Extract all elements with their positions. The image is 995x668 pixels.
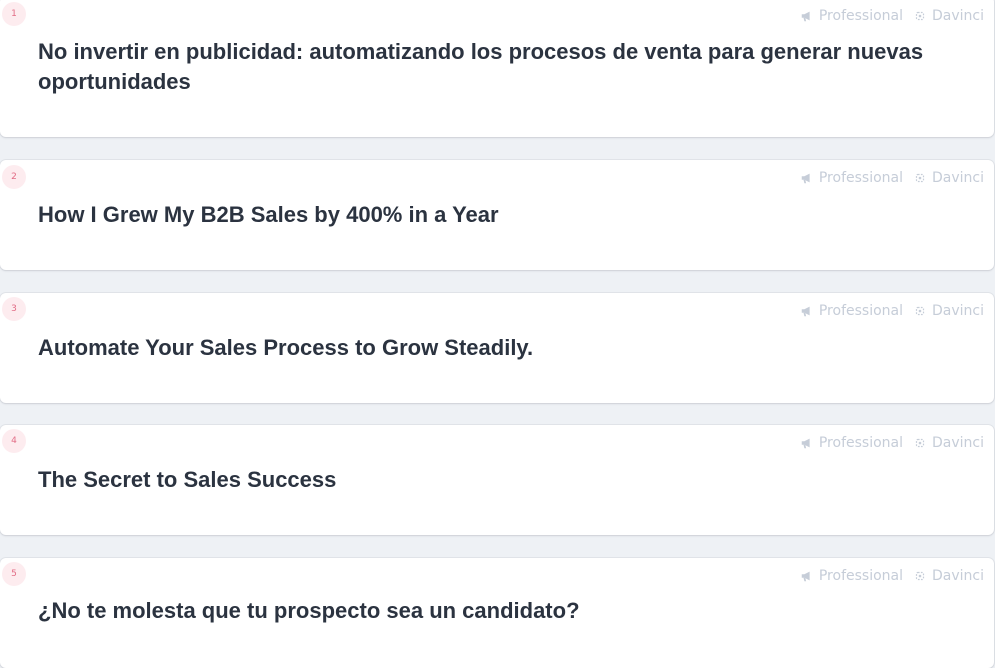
tone-label: Professional [818, 303, 903, 319]
result-card[interactable]: 2 Professional Davinci How I Grew My B2B… [0, 160, 994, 270]
megaphone-icon [801, 571, 810, 582]
card-meta: Professional Davinci [800, 568, 984, 584]
model-tag: Davinci [913, 435, 984, 451]
model-tag: Davinci [913, 568, 984, 584]
tone-tag: Professional [800, 8, 903, 24]
model-label: Davinci [932, 170, 984, 186]
tone-label: Professional [818, 568, 903, 584]
tone-label: Professional [818, 435, 903, 451]
item-number-badge: 4 [2, 429, 26, 453]
item-number-badge: 5 [2, 562, 26, 586]
tone-tag: Professional [800, 435, 903, 451]
result-card[interactable]: 4 Professional Davinci The Secret to Sal… [0, 425, 994, 535]
card-meta: Professional Davinci [800, 303, 984, 319]
megaphone-icon [801, 11, 810, 22]
tone-tag: Professional [800, 170, 903, 186]
megaphone-icon [801, 438, 810, 449]
tone-label: Professional [818, 170, 903, 186]
result-title: No invertir en publicidad: automatizando… [38, 39, 924, 94]
ai-chip-icon [915, 571, 925, 581]
tone-tag: Professional [800, 303, 903, 319]
card-meta: Professional Davinci [800, 170, 984, 186]
ai-chip-icon [915, 11, 925, 21]
ai-chip-icon [915, 173, 925, 183]
result-card[interactable]: 5 Professional Davinci ¿No te molesta qu… [0, 558, 994, 668]
result-title: The Secret to Sales Success [38, 467, 337, 492]
model-label: Davinci [932, 568, 984, 584]
model-tag: Davinci [913, 8, 984, 24]
item-number-badge: 3 [2, 297, 26, 321]
item-number-badge: 2 [2, 165, 26, 189]
result-card[interactable]: 3 Professional Davinci Automate Your Sal… [0, 293, 994, 403]
ai-chip-icon [915, 438, 925, 448]
megaphone-icon [801, 306, 810, 317]
model-tag: Davinci [913, 303, 984, 319]
ai-chip-icon [915, 306, 925, 316]
model-label: Davinci [932, 435, 984, 451]
model-label: Davinci [932, 8, 984, 24]
result-title: ¿No te molesta que tu prospecto sea un c… [38, 598, 580, 623]
tone-tag: Professional [800, 568, 903, 584]
card-meta: Professional Davinci [800, 8, 984, 24]
result-title: How I Grew My B2B Sales by 400% in a Yea… [38, 202, 499, 227]
result-title: Automate Your Sales Process to Grow Stea… [38, 335, 534, 360]
tone-label: Professional [818, 8, 903, 24]
model-label: Davinci [932, 303, 984, 319]
model-tag: Davinci [913, 170, 984, 186]
megaphone-icon [801, 173, 810, 184]
result-card[interactable]: 1 Professional Davinci No invertir en pu… [0, 0, 994, 137]
card-meta: Professional Davinci [800, 435, 984, 451]
item-number-badge: 1 [2, 2, 26, 26]
